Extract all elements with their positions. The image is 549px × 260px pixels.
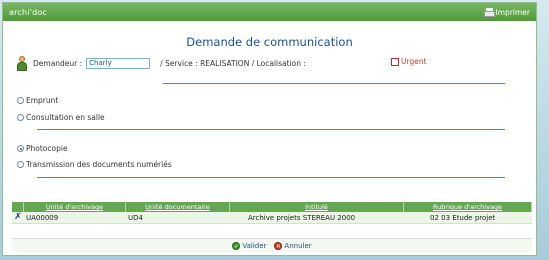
radio-transmission[interactable] — [17, 161, 24, 168]
radio-consultation[interactable] — [17, 114, 24, 121]
cell-intitule: Archive projets STEREAU 2000 — [248, 213, 356, 222]
option-consultation[interactable]: Consultation en salle — [17, 113, 105, 122]
validate-button[interactable]: ✓ Valider — [232, 241, 267, 250]
print-button[interactable]: Imprimer — [483, 7, 530, 17]
app-title: archi'doc — [9, 7, 48, 17]
action-bar: ✓ Valider ✕ Annuler — [12, 238, 532, 252]
table-header: Unité d'archivage Unité documentaire Int… — [12, 202, 532, 212]
urgent-checkbox[interactable] — [391, 57, 399, 66]
option-label: Photocopie — [26, 144, 68, 153]
requester-field[interactable]: Charly — [86, 57, 151, 69]
radio-emprunt[interactable] — [17, 97, 24, 104]
option-label: Emprunt — [26, 96, 59, 105]
requester-label: Demandeur : — [33, 58, 83, 68]
option-label: Transmission des documents numériés — [26, 160, 172, 169]
titlebar: archi'doc Imprimer — [3, 3, 536, 21]
header-rubrique[interactable]: Rubrique d'archivage — [404, 202, 532, 212]
remove-row-icon[interactable]: ✗ — [12, 213, 24, 222]
page-title: Demande de communication — [186, 35, 353, 49]
option-transmission[interactable]: Transmission des documents numériés — [17, 160, 172, 169]
cancel-icon: ✕ — [274, 241, 283, 250]
header-unite-documentaire[interactable]: Unité documentaire — [126, 202, 230, 212]
urgent-option[interactable]: Urgent — [391, 57, 427, 66]
cell-unite-documentaire: UD4 — [128, 213, 143, 222]
table-row: ✗ UA00009 UD4 Archive projets STEREAU 20… — [12, 212, 532, 224]
validate-label: Valider — [242, 241, 267, 250]
header-spacer — [12, 202, 24, 212]
requester-row: Demandeur : Charly / Service : REALISATI… — [17, 53, 527, 73]
print-label: Imprimer — [495, 7, 530, 17]
dialog-window: archi'doc Imprimer Demande de communicat… — [2, 2, 537, 256]
service-location-text: / Service : REALISATION / Localisation : — [160, 58, 306, 68]
cell-rubrique: 02 03 Etude projet — [430, 213, 496, 222]
cell-unite-archivage: UA00009 — [26, 213, 59, 222]
radio-photocopie[interactable] — [17, 145, 24, 152]
cancel-button[interactable]: ✕ Annuler — [274, 241, 312, 250]
user-icon — [17, 55, 27, 71]
divider — [37, 129, 505, 130]
page-background: archi'doc Imprimer Demande de communicat… — [0, 0, 549, 260]
header-unite-archivage[interactable]: Unité d'archivage — [24, 202, 126, 212]
urgent-label: Urgent — [401, 57, 427, 66]
documents-table: Unité d'archivage Unité documentaire Int… — [12, 202, 532, 224]
option-photocopie[interactable]: Photocopie — [17, 144, 68, 153]
divider — [163, 83, 505, 84]
option-label: Consultation en salle — [26, 113, 105, 122]
check-icon: ✓ — [232, 241, 241, 250]
cancel-label: Annuler — [284, 241, 312, 250]
option-emprunt[interactable]: Emprunt — [17, 96, 58, 105]
header-intitule[interactable]: Intitulé — [230, 202, 404, 212]
printer-icon — [483, 8, 495, 17]
divider — [37, 177, 505, 178]
